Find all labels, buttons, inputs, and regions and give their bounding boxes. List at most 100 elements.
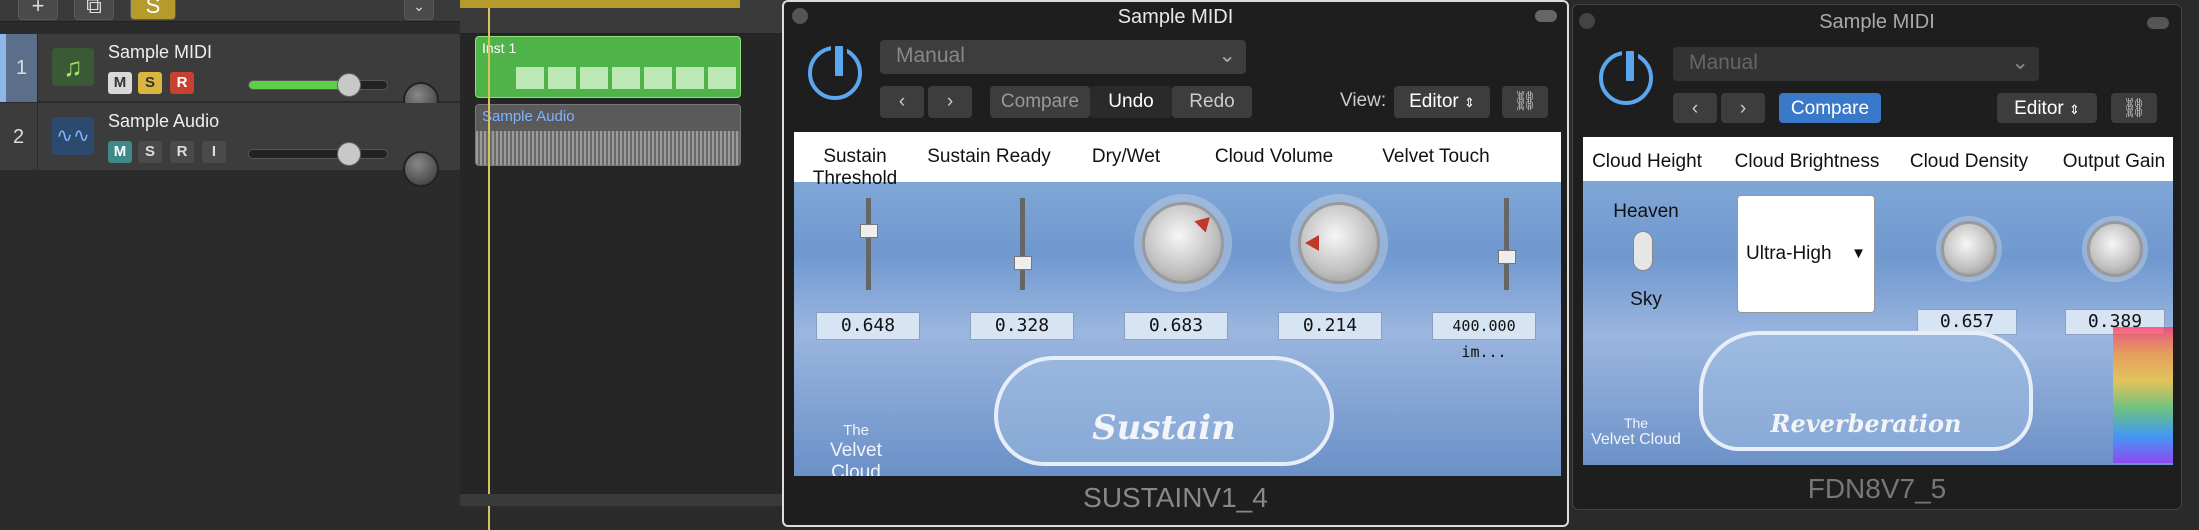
add-icon: + xyxy=(31,0,45,18)
link-icon: ⛓ xyxy=(1512,91,1538,112)
param-label: Dry/Wet xyxy=(1091,146,1161,167)
midi-instrument-icon: ♫ xyxy=(52,48,94,86)
pan-knob[interactable] xyxy=(403,151,439,187)
track-row[interactable]: 2 ∿∿ Sample Audio M S R I xyxy=(0,103,460,187)
output-gain-knob[interactable] xyxy=(2087,221,2143,277)
param-value[interactable]: 0.683 xyxy=(1124,312,1228,340)
dry-wet-knob[interactable] xyxy=(1142,202,1224,284)
solo-label: S xyxy=(145,0,161,18)
chevron-right-icon: › xyxy=(946,91,954,112)
solo-button[interactable]: S xyxy=(138,72,162,94)
undo-button[interactable]: Undo xyxy=(1090,86,1172,118)
dropdown-triangle-icon: ▼ xyxy=(1851,245,1866,262)
slider-thumb[interactable] xyxy=(860,224,878,238)
cloud-volume-knob[interactable] xyxy=(1298,202,1380,284)
preset-dropdown[interactable]: Manual ⌄ xyxy=(880,40,1246,74)
solo-button[interactable]: S xyxy=(138,141,162,163)
power-icon[interactable] xyxy=(808,42,862,100)
timeline-ruler[interactable] xyxy=(460,0,790,34)
knob-indicator xyxy=(1194,211,1216,233)
link-icon: ⛓ xyxy=(2121,98,2147,119)
view-select[interactable]: Editor ⇕ xyxy=(1394,86,1490,118)
volume-fader[interactable] xyxy=(248,73,388,97)
next-preset-button[interactable]: › xyxy=(1721,93,1765,123)
horizontal-scrollbar[interactable] xyxy=(460,494,790,506)
param-value[interactable]: 0.328 xyxy=(970,312,1074,340)
previous-preset-button[interactable]: ‹ xyxy=(1673,93,1717,123)
mute-button[interactable]: M xyxy=(108,141,132,163)
brand-logo-line2: Velvet Cloud xyxy=(1591,431,1681,448)
art-title: Sustain xyxy=(1092,408,1236,448)
brand-logo-line1: The xyxy=(1623,415,1649,431)
compare-button[interactable]: Compare xyxy=(990,86,1090,118)
link-button[interactable]: ⛓ xyxy=(2111,93,2157,123)
record-button[interactable]: R xyxy=(170,141,194,163)
volume-fader[interactable] xyxy=(248,142,388,166)
param-label: Sustain Ready xyxy=(927,146,1051,167)
track-row[interactable]: 1 ♫ Sample MIDI M S R xyxy=(0,34,460,118)
track-number: 1 xyxy=(0,34,38,102)
power-icon[interactable] xyxy=(1599,47,1653,105)
record-button[interactable]: R xyxy=(170,72,194,94)
updown-icon: ⇕ xyxy=(1464,95,1475,110)
window-resize-button[interactable] xyxy=(2147,17,2169,29)
sustain-threshold-slider[interactable] xyxy=(866,198,871,290)
track-name: Sample MIDI xyxy=(108,42,213,62)
select-value: Ultra-High xyxy=(1746,243,1832,264)
sustain-ready-slider[interactable] xyxy=(1020,198,1025,290)
preset-value: Manual xyxy=(1689,51,1758,74)
param-label: Sustain Threshold xyxy=(812,146,898,189)
input-monitor-button[interactable]: I xyxy=(202,141,226,163)
mute-button[interactable]: M xyxy=(108,72,132,94)
fader-thumb[interactable] xyxy=(337,73,361,97)
redo-button[interactable]: Redo xyxy=(1172,86,1252,118)
param-label: Cloud Density xyxy=(1909,151,2029,172)
cycle-region[interactable] xyxy=(460,0,740,8)
slider-thumb[interactable] xyxy=(1014,256,1032,270)
slider-thumb[interactable] xyxy=(1498,250,1516,264)
previous-preset-button[interactable]: ‹ xyxy=(880,86,924,118)
chevron-left-icon: ‹ xyxy=(1691,98,1699,119)
view-label: View: xyxy=(1340,90,1387,111)
updown-icon: ⇕ xyxy=(2069,102,2080,117)
view-value: Editor xyxy=(1409,91,1459,112)
cloud-height-switch[interactable] xyxy=(1633,231,1653,271)
compare-button[interactable]: Compare xyxy=(1779,93,1881,123)
param-value[interactable]: 0.214 xyxy=(1278,312,1382,340)
track-options-button[interactable]: ⌄ xyxy=(404,0,434,20)
view-value: Editor xyxy=(2014,98,2064,119)
chevron-right-icon: › xyxy=(1739,98,1747,119)
param-label: Cloud Volume xyxy=(1214,146,1334,167)
duplicate-track-button[interactable]: ⧉ xyxy=(74,0,114,20)
playhead[interactable] xyxy=(488,8,490,530)
track-number: 2 xyxy=(0,103,38,171)
param-label: Velvet Touch xyxy=(1382,146,1490,167)
cloud-brightness-select[interactable]: Ultra-High ▼ xyxy=(1737,195,1875,313)
plugin-name-footer: SUSTAINV1_4 xyxy=(1083,482,1268,513)
cloud-density-knob[interactable] xyxy=(1941,221,1997,277)
audio-region[interactable]: Sample Audio xyxy=(475,104,741,166)
next-preset-button[interactable]: › xyxy=(928,86,972,118)
link-button[interactable]: ⛓ xyxy=(1502,86,1548,118)
rainbow-decoration xyxy=(2113,327,2173,463)
fader-thumb[interactable] xyxy=(337,142,361,166)
param-value[interactable]: 400.000 im... xyxy=(1432,312,1536,361)
midi-region[interactable]: Inst 1 xyxy=(475,36,741,98)
add-track-button[interactable]: + xyxy=(18,0,58,20)
param-value[interactable]: 0.648 xyxy=(816,312,920,340)
duplicate-icon: ⧉ xyxy=(86,0,102,18)
audio-waveform xyxy=(476,131,740,165)
window-resize-button[interactable] xyxy=(1535,10,1557,22)
global-solo-button[interactable]: S xyxy=(130,0,176,20)
track-name: Sample Audio xyxy=(108,111,220,131)
tracks-area[interactable] xyxy=(460,34,790,494)
param-label: Cloud Height xyxy=(1592,151,1702,172)
view-select[interactable]: Editor ⇕ xyxy=(1997,93,2097,123)
track-header-toolbar: + ⧉ S ⌄ xyxy=(0,0,460,22)
plugin-editor-panel: Sustain Threshold Sustain Ready Dry/Wet … xyxy=(794,132,1561,476)
switch-top-label: Heaven xyxy=(1613,201,1679,222)
chevron-down-icon: ⌄ xyxy=(2011,51,2029,74)
velvet-touch-slider[interactable] xyxy=(1504,198,1509,290)
plugin-window-reverberation: Sample MIDI Manual ⌄ ‹ › Compare Editor ⇕… xyxy=(1572,4,2182,510)
preset-dropdown[interactable]: Manual ⌄ xyxy=(1673,47,2039,81)
